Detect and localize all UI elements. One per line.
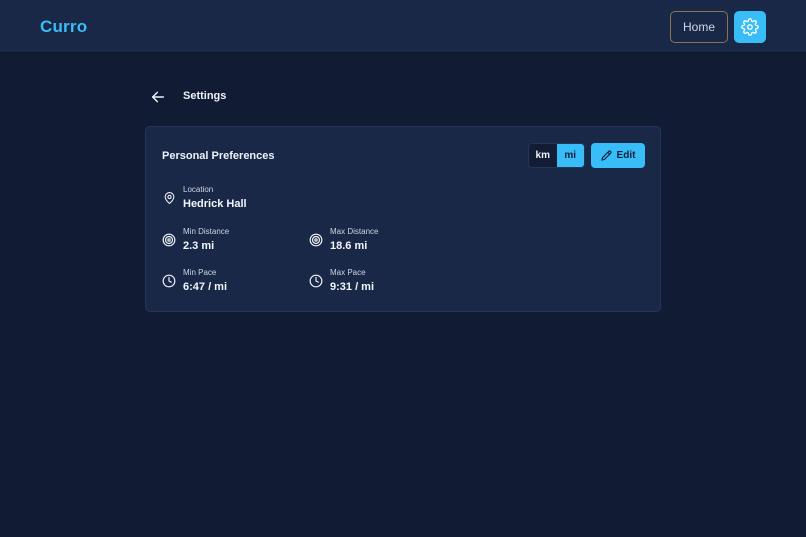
min-distance-label: Min Distance <box>183 227 230 236</box>
location-value: Hedrick Hall <box>183 198 247 210</box>
map-pin-icon <box>162 191 176 205</box>
edit-button-label: Edit <box>616 150 636 161</box>
min-pace-label: Min Pace <box>183 268 217 277</box>
home-button[interactable]: Home <box>670 11 728 43</box>
max-pace-value: 9:31 / mi <box>330 281 375 293</box>
edit-button[interactable]: Edit <box>591 143 645 168</box>
unit-option-km[interactable]: km <box>529 144 557 167</box>
clock-icon <box>309 274 323 288</box>
target-icon <box>309 233 323 247</box>
brand-logo[interactable]: Curro <box>40 17 87 37</box>
settings-button[interactable] <box>734 11 766 43</box>
clock-icon <box>162 274 176 288</box>
max-pace-label: Max Pace <box>330 268 366 277</box>
back-button[interactable] <box>148 87 168 107</box>
arrow-left-icon <box>150 89 166 105</box>
pencil-icon <box>600 150 612 161</box>
min-pace-value: 6:47 / mi <box>183 281 228 293</box>
unit-toggle: km mi <box>528 143 585 168</box>
top-navigation-bar: Curro Home <box>0 0 806 53</box>
page-title: Settings <box>183 90 227 102</box>
min-distance-value: 2.3 mi <box>183 240 215 252</box>
gear-icon <box>741 18 759 36</box>
card-title: Personal Preferences <box>162 150 275 162</box>
unit-option-mi[interactable]: mi <box>556 144 584 167</box>
personal-preferences-card: Personal Preferences km mi Edit Location… <box>145 126 661 312</box>
location-label: Location <box>183 185 214 194</box>
max-distance-label: Max Distance <box>330 227 379 236</box>
max-distance-value: 18.6 mi <box>330 240 368 252</box>
target-icon <box>162 233 176 247</box>
